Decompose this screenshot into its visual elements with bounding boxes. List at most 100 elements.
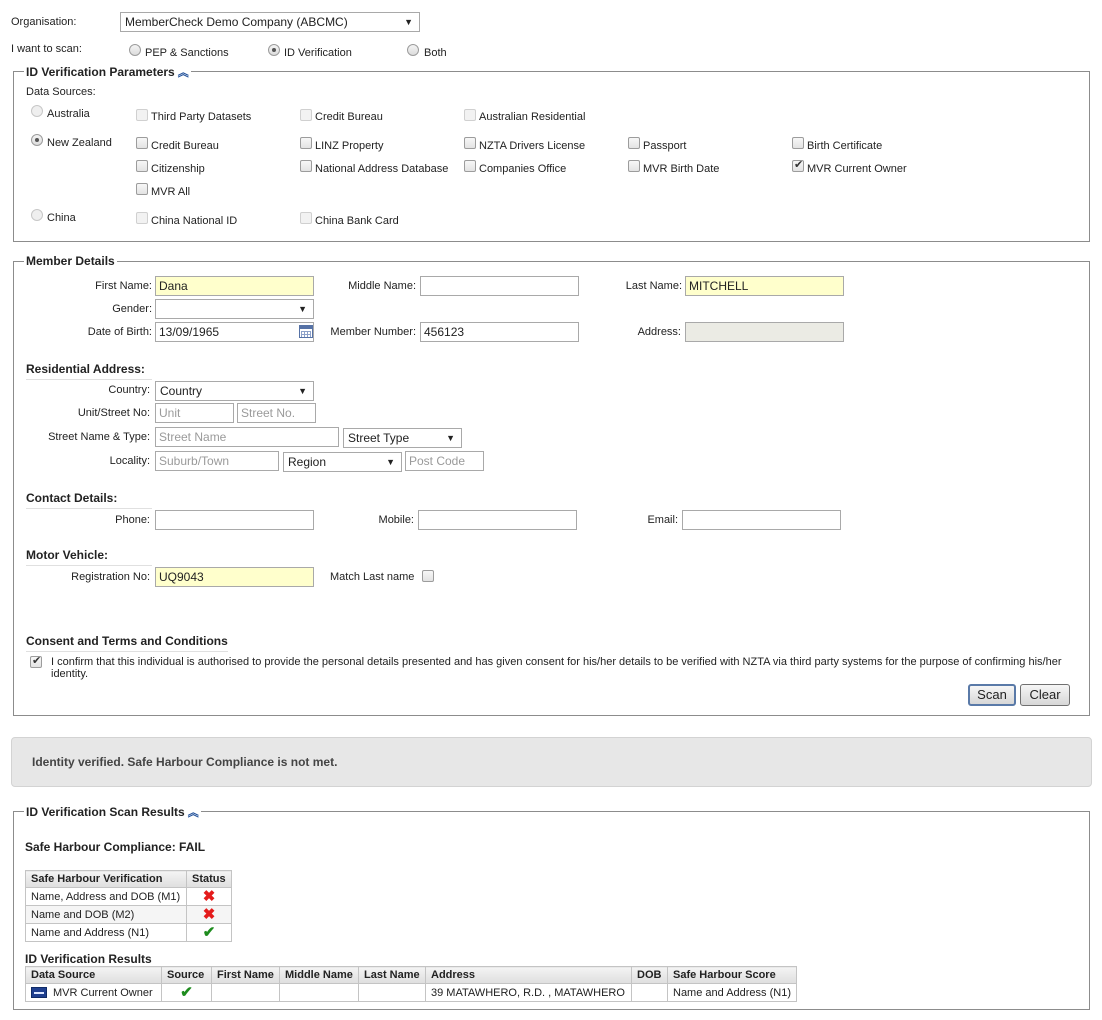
region-select[interactable]: Region ▼ [283, 452, 402, 472]
first-name-input[interactable] [155, 276, 314, 296]
checkbox-au-third-party-datasets[interactable] [136, 109, 148, 121]
country-select[interactable]: Country ▼ [155, 381, 314, 401]
id-verification-parameters-title: ID Verification Parameters [26, 65, 175, 79]
checkbox-au-australian-residential[interactable] [464, 109, 476, 121]
data-source-name: MVR Current Owner [53, 986, 153, 999]
checkbox-cn-china-national-id[interactable] [136, 212, 148, 224]
header-last-name: Last Name [358, 966, 426, 984]
street-type-select[interactable]: Street Type ▼ [343, 428, 462, 448]
source-cell: ✔ [161, 983, 212, 1002]
radio-both-label: Both [424, 47, 447, 59]
checkbox-nz-passport[interactable] [628, 137, 640, 149]
collapse-chevron-icon[interactable]: ︽ [188, 807, 199, 819]
member-number-label: Member Number: [330, 326, 416, 338]
nz-flag-icon [31, 987, 47, 999]
header-middle-name: Middle Name [279, 966, 359, 984]
scan-results-legend: ID Verification Scan Results ︽ [24, 804, 201, 820]
country-australia-label: Australia [47, 108, 90, 120]
consent-checkbox[interactable] [30, 654, 42, 668]
country-new-zealand-label: New Zealand [47, 137, 112, 149]
last-name-cell [358, 983, 426, 1002]
radio-both[interactable] [407, 44, 419, 56]
middle-name-input[interactable] [420, 276, 579, 296]
middle-name-label: Middle Name: [348, 280, 416, 292]
checkbox-nz-citizenship[interactable] [136, 160, 148, 172]
radio-australia[interactable] [31, 105, 43, 117]
status-cell: ✖ [186, 887, 232, 906]
scan-button[interactable]: Scan [968, 684, 1016, 706]
source-au-australian-residential: Australian Residential [479, 111, 586, 123]
checkbox-nz-nzta-drivers-license[interactable] [464, 137, 476, 149]
street-name-input[interactable] [155, 427, 339, 447]
radio-china[interactable] [31, 209, 43, 221]
country-value: Country [160, 384, 203, 398]
source-au-credit-bureau: Credit Bureau [315, 111, 383, 123]
source-nz-mvr-all: MVR All [151, 186, 191, 198]
checkbox-nz-companies-office[interactable] [464, 160, 476, 172]
id-verification-parameters-legend: ID Verification Parameters ︽ [24, 64, 191, 80]
mobile-input[interactable] [418, 510, 577, 530]
motor-vehicle-heading: Motor Vehicle: [26, 548, 152, 566]
chevron-down-icon: ▼ [298, 386, 307, 396]
member-number-input[interactable] [420, 322, 579, 342]
header-data-source: Data Source [25, 966, 162, 984]
checkbox-nz-national-address-database[interactable] [300, 160, 312, 172]
fail-x-icon: ✖ [202, 887, 216, 905]
pass-check-icon: ✔ [180, 983, 193, 1001]
match-last-name-label: Match Last name [330, 571, 415, 583]
radio-id-verification[interactable] [268, 44, 280, 56]
consent-heading: Consent and Terms and Conditions [26, 634, 228, 652]
street-no-input[interactable] [237, 403, 316, 423]
checkbox-nz-credit-bureau[interactable] [136, 137, 148, 149]
suburb-town-input[interactable] [155, 451, 279, 471]
chevron-down-icon: ▼ [386, 457, 395, 467]
chevron-down-icon: ▼ [298, 304, 307, 314]
country-china-label: China [47, 212, 76, 224]
source-nz-citizenship: Citizenship [151, 163, 205, 175]
source-cn-china-national-id: China National ID [151, 215, 238, 227]
phone-input[interactable] [155, 510, 314, 530]
last-name-input[interactable] [685, 276, 844, 296]
date-of-birth-label: Date of Birth: [87, 326, 152, 338]
address-input [685, 322, 844, 342]
checkbox-nz-linz-property[interactable] [300, 137, 312, 149]
header-first-name: First Name [211, 966, 280, 984]
checkbox-nz-birth-certificate[interactable] [792, 137, 804, 149]
id-verification-results-heading: ID Verification Results [25, 952, 152, 966]
radio-new-zealand[interactable] [31, 134, 43, 146]
first-name-label: First Name: [95, 280, 152, 292]
checkbox-cn-china-bank-card[interactable] [300, 212, 312, 224]
unit-input[interactable] [155, 403, 234, 423]
clear-button[interactable]: Clear [1020, 684, 1070, 706]
registration-no-input[interactable] [155, 567, 314, 587]
chevron-down-icon: ▼ [446, 433, 455, 443]
unit-street-no-label: Unit/Street No: [77, 407, 150, 419]
country-label: Country: [108, 384, 150, 396]
checkbox-nz-mvr-all[interactable] [136, 183, 148, 195]
checkbox-au-credit-bureau[interactable] [300, 109, 312, 121]
checkbox-nz-mvr-birth-date[interactable] [628, 160, 640, 172]
match-last-name-checkbox[interactable] [422, 570, 434, 582]
middle-name-cell [279, 983, 359, 1002]
region-value: Region [288, 455, 327, 469]
post-code-input[interactable] [405, 451, 484, 471]
gender-select[interactable]: ▼ [155, 299, 314, 319]
scan-results-title: ID Verification Scan Results [26, 805, 185, 819]
dob-cell [631, 983, 668, 1002]
safe-harbour-compliance: Safe Harbour Compliance: FAIL [25, 840, 206, 854]
scan-type-label: I want to scan: [11, 43, 82, 55]
verification-name: Name and Address (N1) [25, 923, 187, 942]
organisation-select[interactable]: MemberCheck Demo Company (ABCMC) ▼ [120, 12, 420, 32]
fail-x-icon: ✖ [202, 905, 216, 923]
source-nz-mvr-birth-date: MVR Birth Date [643, 163, 720, 175]
safe-harbour-score-cell: Name and Address (N1) [667, 983, 797, 1002]
safe-harbour-table: Safe Harbour Verification Status Name, A… [25, 870, 232, 942]
radio-pep-sanctions[interactable] [129, 44, 141, 56]
street-name-type-label: Street Name & Type: [48, 431, 150, 443]
data-sources-label: Data Sources: [26, 86, 96, 98]
checkbox-nz-mvr-current-owner[interactable] [792, 158, 804, 172]
date-of-birth-input[interactable] [155, 322, 314, 342]
email-input[interactable] [682, 510, 841, 530]
collapse-chevron-icon[interactable]: ︽ [178, 67, 189, 79]
id-verification-results-table: Data Source Source First Name Middle Nam… [25, 966, 797, 1002]
